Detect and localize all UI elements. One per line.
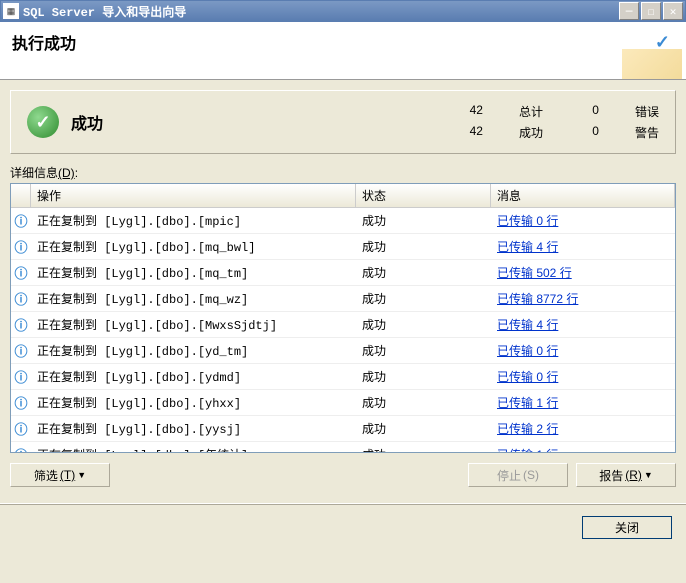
status-cell: 成功 (356, 287, 491, 310)
error-count: 0 (579, 103, 599, 120)
info-icon: ⓘ (11, 312, 31, 337)
message-cell: 已传输 0 行 (491, 339, 675, 362)
info-icon: ⓘ (11, 390, 31, 415)
info-icon: ⓘ (11, 442, 31, 453)
action-cell: 正在复制到 [Lygl].[dbo].[mq_bwl] (31, 235, 356, 258)
grid-header: 操作 状态 消息 (11, 184, 675, 208)
footer: 关闭 (0, 503, 686, 551)
table-row[interactable]: ⓘ正在复制到 [Lygl].[dbo].[mpic]成功已传输 0 行 (11, 208, 675, 234)
message-cell: 已传输 4 行 (491, 313, 675, 336)
message-link[interactable]: 已传输 0 行 (497, 370, 558, 384)
message-link[interactable]: 已传输 0 行 (497, 344, 558, 358)
details-label: 详细信息(D): (10, 164, 676, 181)
titlebar: ▦ SQL Server 导入和导出向导 ─ ☐ ✕ (0, 0, 686, 22)
action-cell: 正在复制到 [Lygl].[dbo].[yd_tm] (31, 339, 356, 362)
action-cell: 正在复制到 [Lygl].[dbo].[ydmd] (31, 365, 356, 388)
table-row[interactable]: ⓘ正在复制到 [Lygl].[dbo].[ydmd]成功已传输 0 行 (11, 364, 675, 390)
total-label: 总计 (519, 103, 543, 120)
action-cell: 正在复制到 [Lygl].[dbo].[yysj] (31, 417, 356, 440)
info-icon: ⓘ (11, 286, 31, 311)
close-window-button[interactable]: ✕ (663, 2, 683, 20)
total-count: 42 (463, 103, 483, 120)
info-icon: ⓘ (11, 208, 31, 233)
message-link[interactable]: 已传输 1 行 (497, 396, 558, 410)
message-link[interactable]: 已传输 502 行 (497, 266, 572, 280)
message-cell: 已传输 0 行 (491, 365, 675, 388)
warn-count: 0 (579, 124, 599, 141)
header: 执行成功 ✓ (0, 22, 686, 80)
col-icon-header[interactable] (11, 184, 31, 207)
app-icon: ▦ (3, 3, 19, 19)
table-row[interactable]: ⓘ正在复制到 [Lygl].[dbo].[mq_wz]成功已传输 8772 行 (11, 286, 675, 312)
action-cell: 正在复制到 [Lygl].[dbo].[mpic] (31, 209, 356, 232)
status-cell: 成功 (356, 261, 491, 284)
status-cell: 成功 (356, 313, 491, 336)
status-cell: 成功 (356, 365, 491, 388)
status-cell: 成功 (356, 443, 491, 453)
success-icon (27, 106, 59, 138)
message-cell: 已传输 1 行 (491, 391, 675, 414)
message-cell: 已传输 4 行 (491, 235, 675, 258)
chevron-down-icon: ▼ (77, 470, 86, 480)
maximize-button[interactable]: ☐ (641, 2, 661, 20)
window-title: SQL Server 导入和导出向导 (23, 3, 619, 20)
table-row[interactable]: ⓘ正在复制到 [Lygl].[dbo].[yhxx]成功已传输 1 行 (11, 390, 675, 416)
status-label: 成功 (71, 110, 463, 134)
status-cell: 成功 (356, 391, 491, 414)
action-cell: 正在复制到 [Lygl].[dbo].[mq_wz] (31, 287, 356, 310)
stop-button: 停止(S) (468, 463, 568, 487)
message-cell: 已传输 8772 行 (491, 287, 675, 310)
success-label: 成功 (519, 124, 543, 141)
table-row[interactable]: ⓘ正在复制到 [Lygl].[dbo].[yysj]成功已传输 2 行 (11, 416, 675, 442)
table-row[interactable]: ⓘ正在复制到 [Lygl].[dbo].[yd_tm]成功已传输 0 行 (11, 338, 675, 364)
status-cell: 成功 (356, 209, 491, 232)
info-icon: ⓘ (11, 364, 31, 389)
summary-stats: 42 总计 0 错误 42 成功 0 警告 (463, 103, 659, 141)
header-decoration (622, 49, 682, 79)
status-cell: 成功 (356, 339, 491, 362)
info-icon: ⓘ (11, 338, 31, 363)
col-action-header[interactable]: 操作 (31, 184, 356, 207)
action-cell: 正在复制到 [Lygl].[dbo].[年统计] (31, 443, 356, 453)
col-message-header[interactable]: 消息 (491, 184, 675, 207)
action-cell: 正在复制到 [Lygl].[dbo].[yhxx] (31, 391, 356, 414)
info-icon: ⓘ (11, 260, 31, 285)
report-button[interactable]: 报告(R) ▼ (576, 463, 676, 487)
info-icon: ⓘ (11, 416, 31, 441)
status-cell: 成功 (356, 417, 491, 440)
details-grid: 操作 状态 消息 ⓘ正在复制到 [Lygl].[dbo].[mpic]成功已传输… (10, 183, 676, 453)
message-cell: 已传输 0 行 (491, 209, 675, 232)
summary-panel: 成功 42 总计 0 错误 42 成功 0 警告 (10, 90, 676, 154)
action-cell: 正在复制到 [Lygl].[dbo].[mq_tm] (31, 261, 356, 284)
message-link[interactable]: 已传输 2 行 (497, 422, 558, 436)
message-link[interactable]: 已传输 0 行 (497, 214, 558, 228)
message-link[interactable]: 已传输 8772 行 (497, 292, 578, 306)
message-cell: 已传输 1 行 (491, 443, 675, 453)
warn-label: 警告 (635, 124, 659, 141)
page-title: 执行成功 (12, 30, 674, 54)
message-link[interactable]: 已传输 4 行 (497, 240, 558, 254)
message-link[interactable]: 已传输 4 行 (497, 318, 558, 332)
col-status-header[interactable]: 状态 (356, 184, 491, 207)
table-row[interactable]: ⓘ正在复制到 [Lygl].[dbo].[年统计]成功已传输 1 行 (11, 442, 675, 453)
success-count: 42 (463, 124, 483, 141)
chevron-down-icon: ▼ (644, 470, 653, 480)
filter-button[interactable]: 筛选(T) ▼ (10, 463, 110, 487)
message-cell: 已传输 2 行 (491, 417, 675, 440)
table-row[interactable]: ⓘ正在复制到 [Lygl].[dbo].[MwxsSjdtj]成功已传输 4 行 (11, 312, 675, 338)
table-row[interactable]: ⓘ正在复制到 [Lygl].[dbo].[mq_tm]成功已传输 502 行 (11, 260, 675, 286)
table-row[interactable]: ⓘ正在复制到 [Lygl].[dbo].[mq_bwl]成功已传输 4 行 (11, 234, 675, 260)
error-label: 错误 (635, 103, 659, 120)
status-cell: 成功 (356, 235, 491, 258)
message-cell: 已传输 502 行 (491, 261, 675, 284)
action-cell: 正在复制到 [Lygl].[dbo].[MwxsSjdtj] (31, 313, 356, 336)
close-button[interactable]: 关闭 (582, 516, 672, 539)
info-icon: ⓘ (11, 234, 31, 259)
minimize-button[interactable]: ─ (619, 2, 639, 20)
